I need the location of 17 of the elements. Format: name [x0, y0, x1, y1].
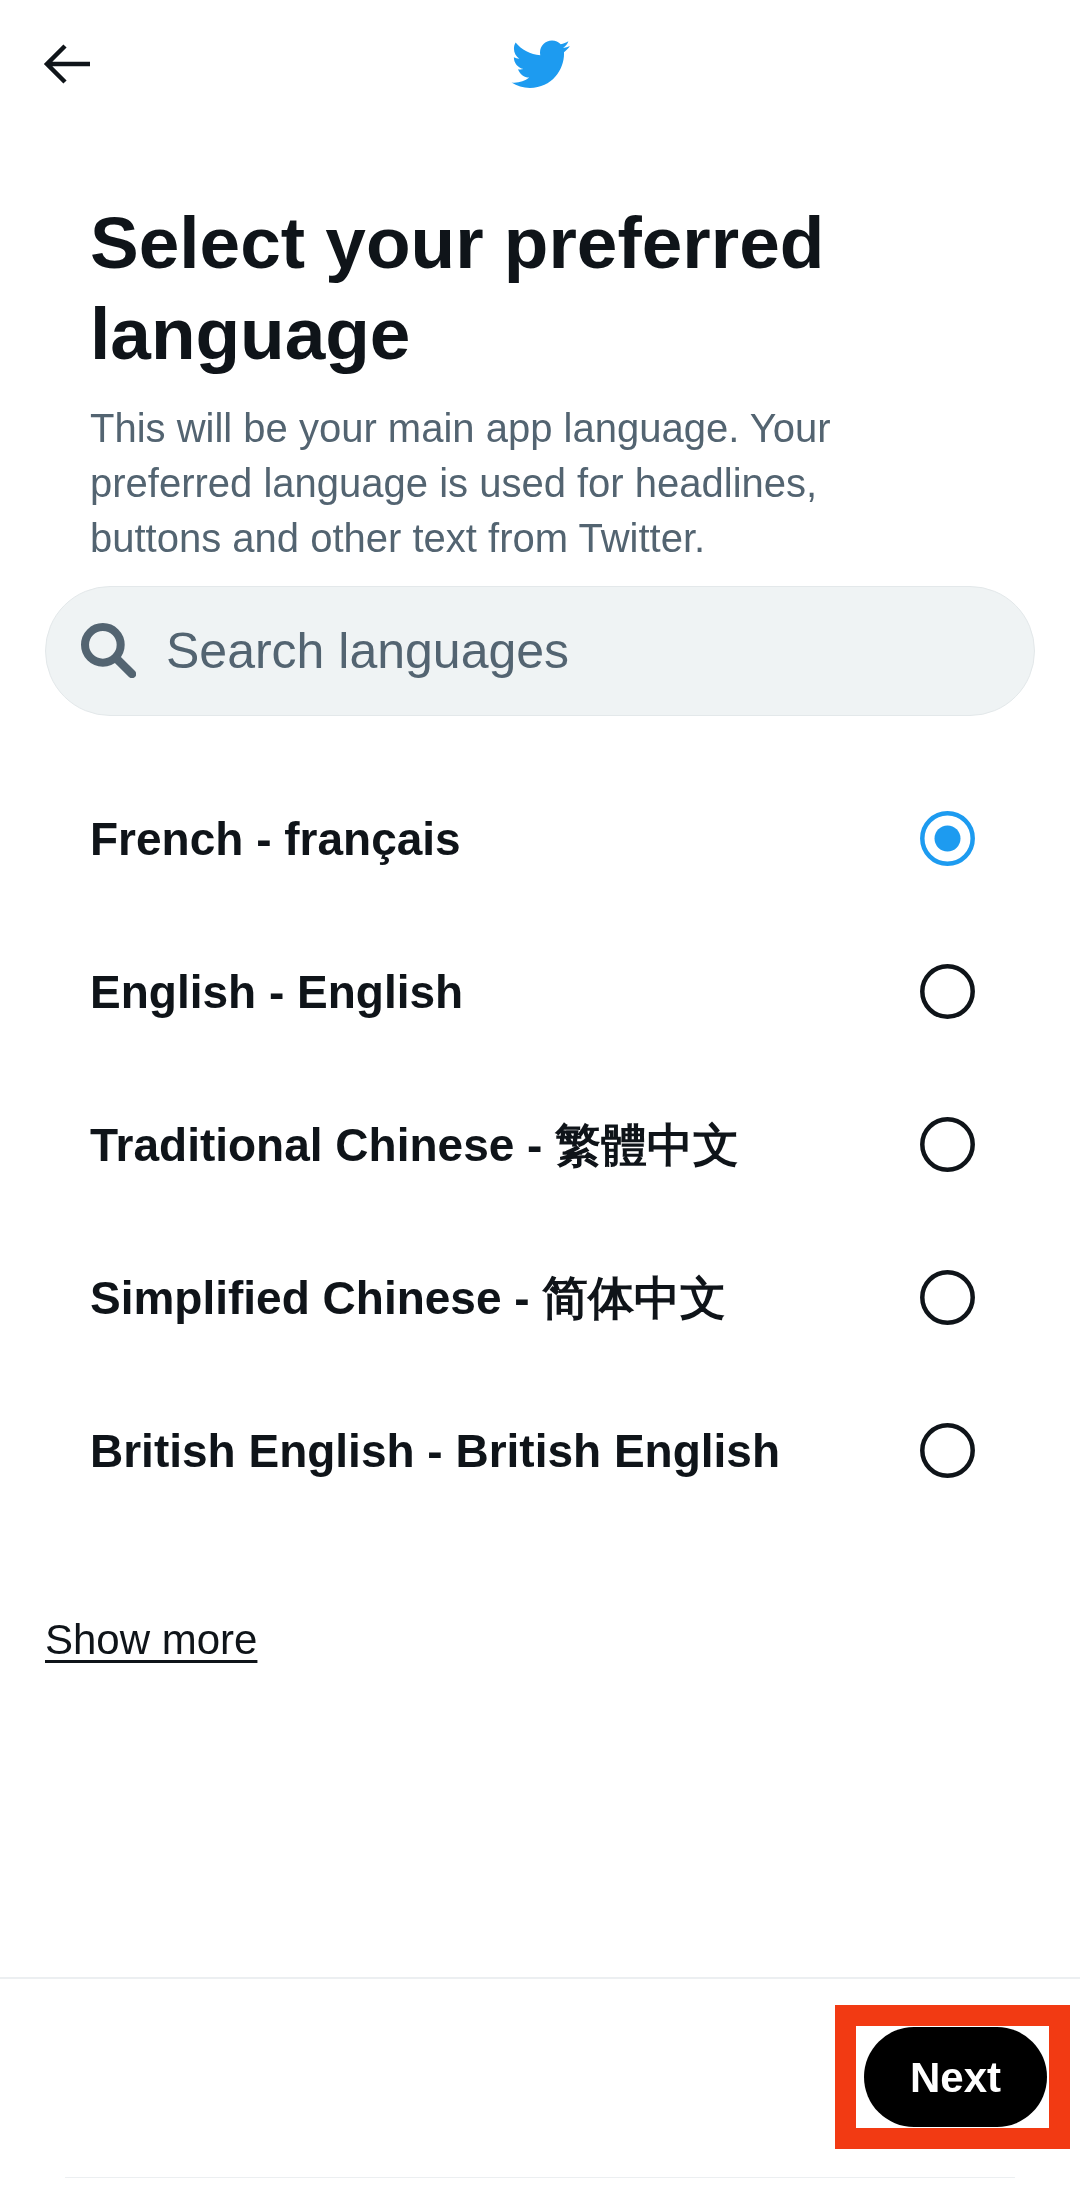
show-more-link[interactable]: Show more	[45, 1615, 258, 1665]
language-label: Traditional Chinese - 繁體中文	[90, 1117, 740, 1173]
search-field[interactable]: Search languages	[45, 586, 1035, 716]
language-label: British English - British English	[90, 1423, 781, 1479]
radio-button[interactable]	[920, 811, 975, 866]
radio-button[interactable]	[920, 1270, 975, 1325]
radio-button[interactable]	[920, 964, 975, 1019]
language-label: English - English	[90, 964, 464, 1020]
radio-button[interactable]	[920, 1117, 975, 1172]
next-button[interactable]: Next	[864, 2027, 1047, 2127]
radio-button[interactable]	[920, 1423, 975, 1478]
description-text: This will be your main app language. Your preferred language is used for headlines, buttons and other text from Twitter.	[90, 405, 832, 562]
language-label: French - français	[90, 811, 461, 867]
search-icon	[81, 623, 136, 678]
left-arrow-icon[interactable]	[43, 43, 91, 85]
language-label: Simplified Chinese - 简体中文	[90, 1270, 727, 1326]
page-title: Select your preferred language	[90, 201, 826, 376]
